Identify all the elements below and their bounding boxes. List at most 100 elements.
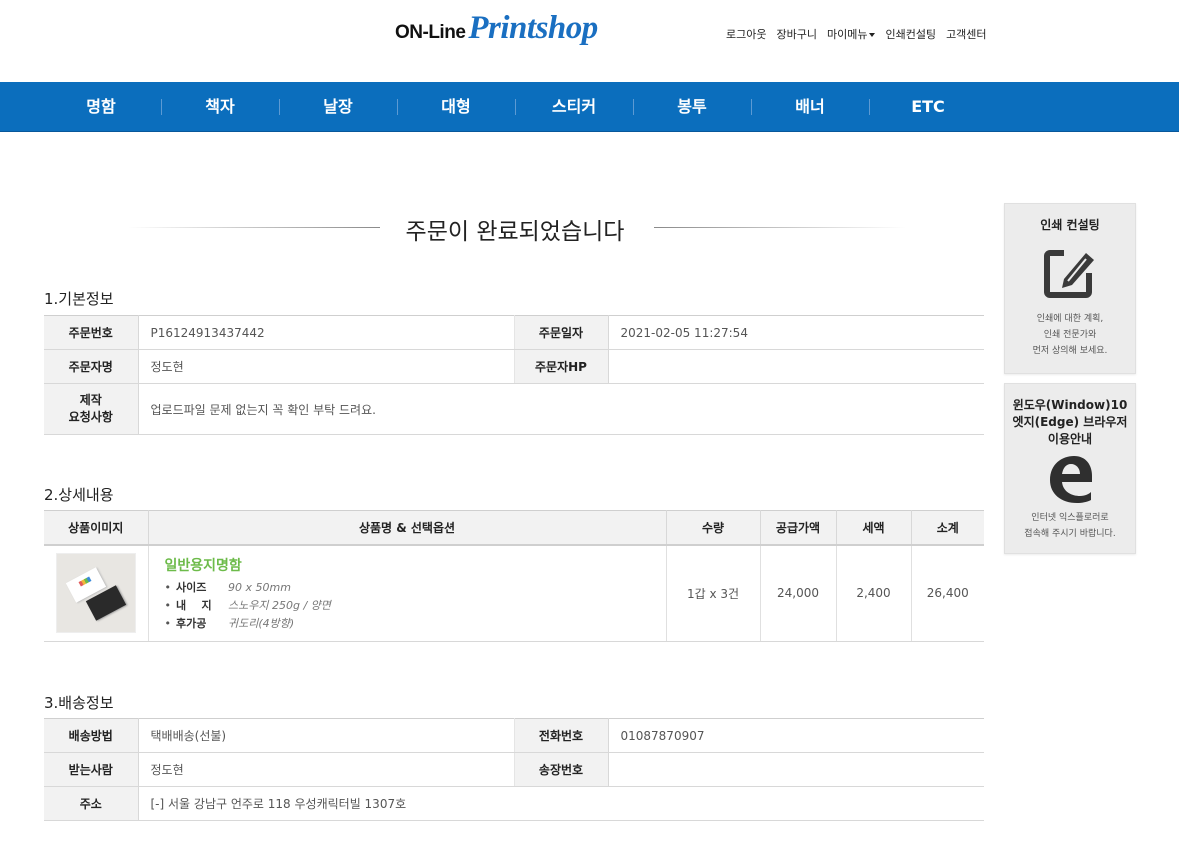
desc-line: 인쇄 전문가와 <box>1043 330 1097 340</box>
table-row: 주소 [-] 서울 강남구 언주로 118 우성캐릭터빌 1307호 <box>44 786 984 821</box>
product-name[interactable]: 일반용지명함 <box>165 555 666 575</box>
address-label: 주소 <box>44 786 139 821</box>
delivery-method-label: 배송방법 <box>44 718 139 753</box>
receiver-value: 정도현 <box>138 752 515 787</box>
col-header-qty: 수량 <box>666 510 761 546</box>
delivery-info-table: 배송방법 택배배송(선불) 전화번호 01087870907 받는사람 정도현 … <box>44 718 984 821</box>
option-label: 내 지 <box>176 599 212 613</box>
my-menu-label: 마이메뉴 <box>826 28 868 41</box>
option-row: • 내 지 스노우지 250g / 양면 <box>165 597 666 613</box>
desc-line: 인터넷 익스플로러로 <box>1031 513 1109 523</box>
table-header-row: 상품이미지 상품명 & 선택옵션 수량 공급가액 세액 소계 <box>44 510 984 546</box>
edge-browser-guide-banner[interactable]: 윈도우(Window)10 엣지(Edge) 브라우저 이용안내 인터넷 익스플… <box>1004 383 1136 554</box>
title-line: 이용안내 <box>1047 432 1093 446</box>
address-value: [-] 서울 강남구 언주로 118 우성캐릭터빌 1307호 <box>138 786 984 821</box>
option-value: 귀도리(4방향) <box>228 617 295 631</box>
desc-line: 인쇄에 대한 계획, <box>1036 314 1104 324</box>
col-header-tax: 세액 <box>836 510 912 546</box>
nav-sticker[interactable]: 스티커 <box>515 82 633 132</box>
col-header-subtotal: 소계 <box>911 510 984 546</box>
desc-line: 접속해 주시기 바랍니다. <box>1024 529 1116 539</box>
logo-main: Printshop <box>468 10 598 46</box>
subtotal-cell: 26,400 <box>911 544 984 642</box>
nav-envelope[interactable]: 봉투 <box>633 82 751 132</box>
option-value: 90 x 50mm <box>228 581 291 595</box>
orderer-hp-value <box>608 349 984 384</box>
bullet-icon: • <box>164 581 172 595</box>
col-header-supply: 공급가액 <box>760 510 837 546</box>
nav-large-format[interactable]: 대형 <box>397 82 515 132</box>
orderer-hp-label: 주문자HP <box>514 349 609 384</box>
section-title-detail: 2.상세내용 <box>44 486 114 504</box>
option-row: • 사이즈 90 x 50mm <box>165 579 666 595</box>
supply-cell: 24,000 <box>760 544 837 642</box>
nav-etc[interactable]: ETC <box>869 82 987 132</box>
order-date-label: 주문일자 <box>514 315 609 350</box>
browser-banner-desc: 인터넷 익스플로러로 접속해 주시기 바랍니다. <box>1005 510 1135 542</box>
table-row: 일반용지명함 • 사이즈 90 x 50mm • 내 지 스노우지 250g / 양면 … <box>44 544 984 642</box>
option-row: • 후가공 귀도리(4방향) <box>165 615 666 631</box>
request-label-line1: 제작 <box>79 393 102 407</box>
print-consulting-banner[interactable]: 인쇄 컨설팅 인쇄에 대한 계획, 인쇄 전문가와 먼저 상의해 보세요. <box>1004 203 1136 374</box>
browser-banner-title: 윈도우(Window)10 엣지(Edge) 브라우저 이용안내 <box>1005 397 1135 448</box>
chevron-down-icon <box>869 33 876 37</box>
edge-browser-icon <box>1044 452 1096 504</box>
top-menu: 로그아웃 장바구니 마이메뉴 인쇄컨설팅 고객센터 <box>726 26 997 42</box>
desc-line: 먼저 상의해 보세요. <box>1032 346 1108 356</box>
table-row: 제작 요청사항 업로드파일 문제 없는지 꼭 확인 부탁 드려요. <box>44 383 984 435</box>
edit-icon <box>1042 245 1098 301</box>
invoice-label: 송장번호 <box>514 752 609 787</box>
cart-link[interactable]: 장바구니 <box>776 26 816 42</box>
request-label-line2: 요청사항 <box>68 410 113 424</box>
main-navigation: 명함 책자 날장 대형 스티커 봉투 배너 ETC <box>0 82 1179 132</box>
product-image-cell <box>44 544 149 642</box>
bullet-icon: • <box>164 599 172 613</box>
table-row: 주문번호 P16124913437442 주문일자 2021-02-05 11:… <box>44 315 984 350</box>
product-info-cell: 일반용지명함 • 사이즈 90 x 50mm • 내 지 스노우지 250g / 양면 … <box>148 544 667 642</box>
nav-booklet[interactable]: 책자 <box>161 82 279 132</box>
order-no-label: 주문번호 <box>44 315 139 350</box>
table-row: 주문자명 정도현 주문자HP <box>44 349 984 384</box>
site-logo[interactable]: ON-Line Printshop <box>395 10 598 50</box>
section-title-delivery: 3.배송정보 <box>44 694 114 712</box>
logo-prefix: ON-Line <box>395 22 466 43</box>
order-detail-table: 상품이미지 상품명 & 선택옵션 수량 공급가액 세액 소계 일반용지명함 • 사… <box>44 510 984 642</box>
table-row: 배송방법 택배배송(선불) 전화번호 01087870907 <box>44 718 984 753</box>
col-header-product: 상품명 & 선택옵션 <box>148 510 667 546</box>
order-no-value: P16124913437442 <box>138 315 515 350</box>
customer-center-link[interactable]: 고객센터 <box>946 26 986 42</box>
title-line: 윈도우(Window)10 <box>1012 398 1128 412</box>
option-value: 스노우지 250g / 양면 <box>228 599 331 613</box>
print-consulting-link[interactable]: 인쇄컨설팅 <box>885 26 936 42</box>
option-label: 사이즈 <box>176 581 207 595</box>
section-title-basic: 1.기본정보 <box>44 290 114 308</box>
orderer-value: 정도현 <box>138 349 515 384</box>
invoice-value <box>608 752 984 787</box>
nav-sheet[interactable]: 날장 <box>279 82 397 132</box>
col-header-image: 상품이미지 <box>44 510 149 546</box>
consulting-banner-desc: 인쇄에 대한 계획, 인쇄 전문가와 먼저 상의해 보세요. <box>1005 311 1135 359</box>
product-thumbnail[interactable] <box>55 553 136 634</box>
orderer-label: 주문자명 <box>44 349 139 384</box>
receiver-label: 받는사람 <box>44 752 139 787</box>
title-line: 엣지(Edge) 브라우저 <box>1012 415 1128 429</box>
phone-value: 01087870907 <box>608 718 984 753</box>
basic-info-table: 주문번호 P16124913437442 주문일자 2021-02-05 11:… <box>44 315 984 435</box>
option-label: 후가공 <box>176 617 207 631</box>
request-label: 제작 요청사항 <box>44 383 139 435</box>
order-date-value: 2021-02-05 11:27:54 <box>608 315 984 350</box>
nav-business-card[interactable]: 명함 <box>42 82 160 132</box>
request-value: 업로드파일 문제 없는지 꼭 확인 부탁 드려요. <box>138 383 984 435</box>
my-menu-link[interactable]: 마이메뉴 <box>826 26 876 42</box>
page-title-area: 주문이 완료되었습니다 <box>120 210 910 246</box>
nav-banner[interactable]: 배너 <box>751 82 869 132</box>
table-row: 받는사람 정도현 송장번호 <box>44 752 984 787</box>
phone-label: 전화번호 <box>514 718 609 753</box>
page-title: 주문이 완료되었습니다 <box>405 219 625 245</box>
delivery-method-value: 택배배송(선불) <box>138 718 515 753</box>
qty-cell: 1갑 x 3건 <box>666 544 761 642</box>
tax-cell: 2,400 <box>836 544 912 642</box>
consulting-banner-title: 인쇄 컨설팅 <box>1040 218 1100 232</box>
title-divider-right <box>654 227 906 228</box>
logout-link[interactable]: 로그아웃 <box>726 26 766 42</box>
